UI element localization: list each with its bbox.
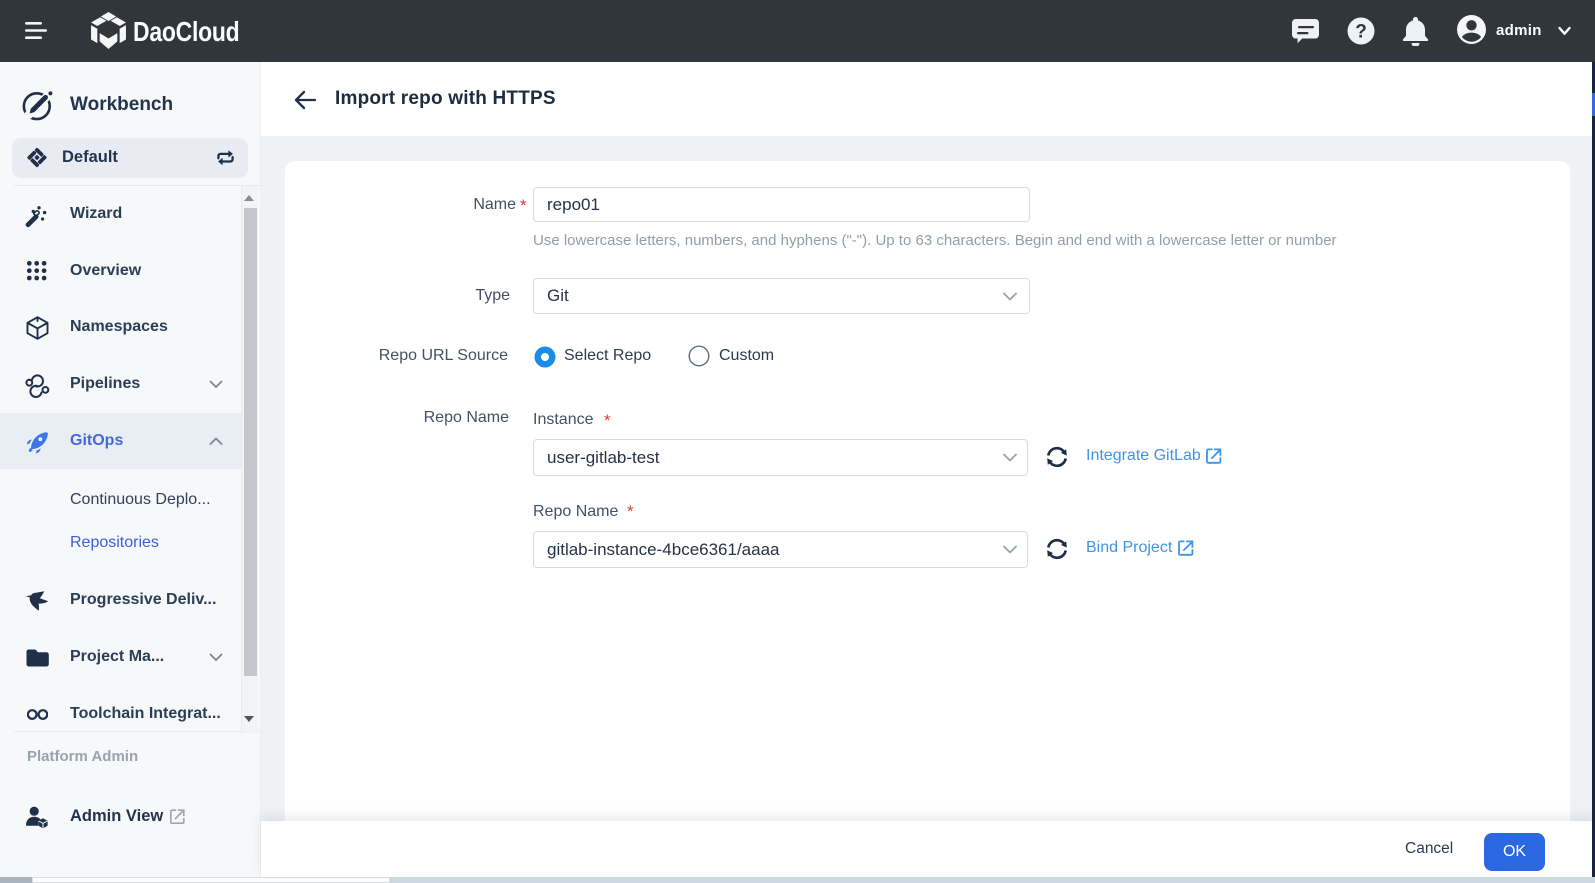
svg-text:?: ? xyxy=(1355,22,1367,43)
